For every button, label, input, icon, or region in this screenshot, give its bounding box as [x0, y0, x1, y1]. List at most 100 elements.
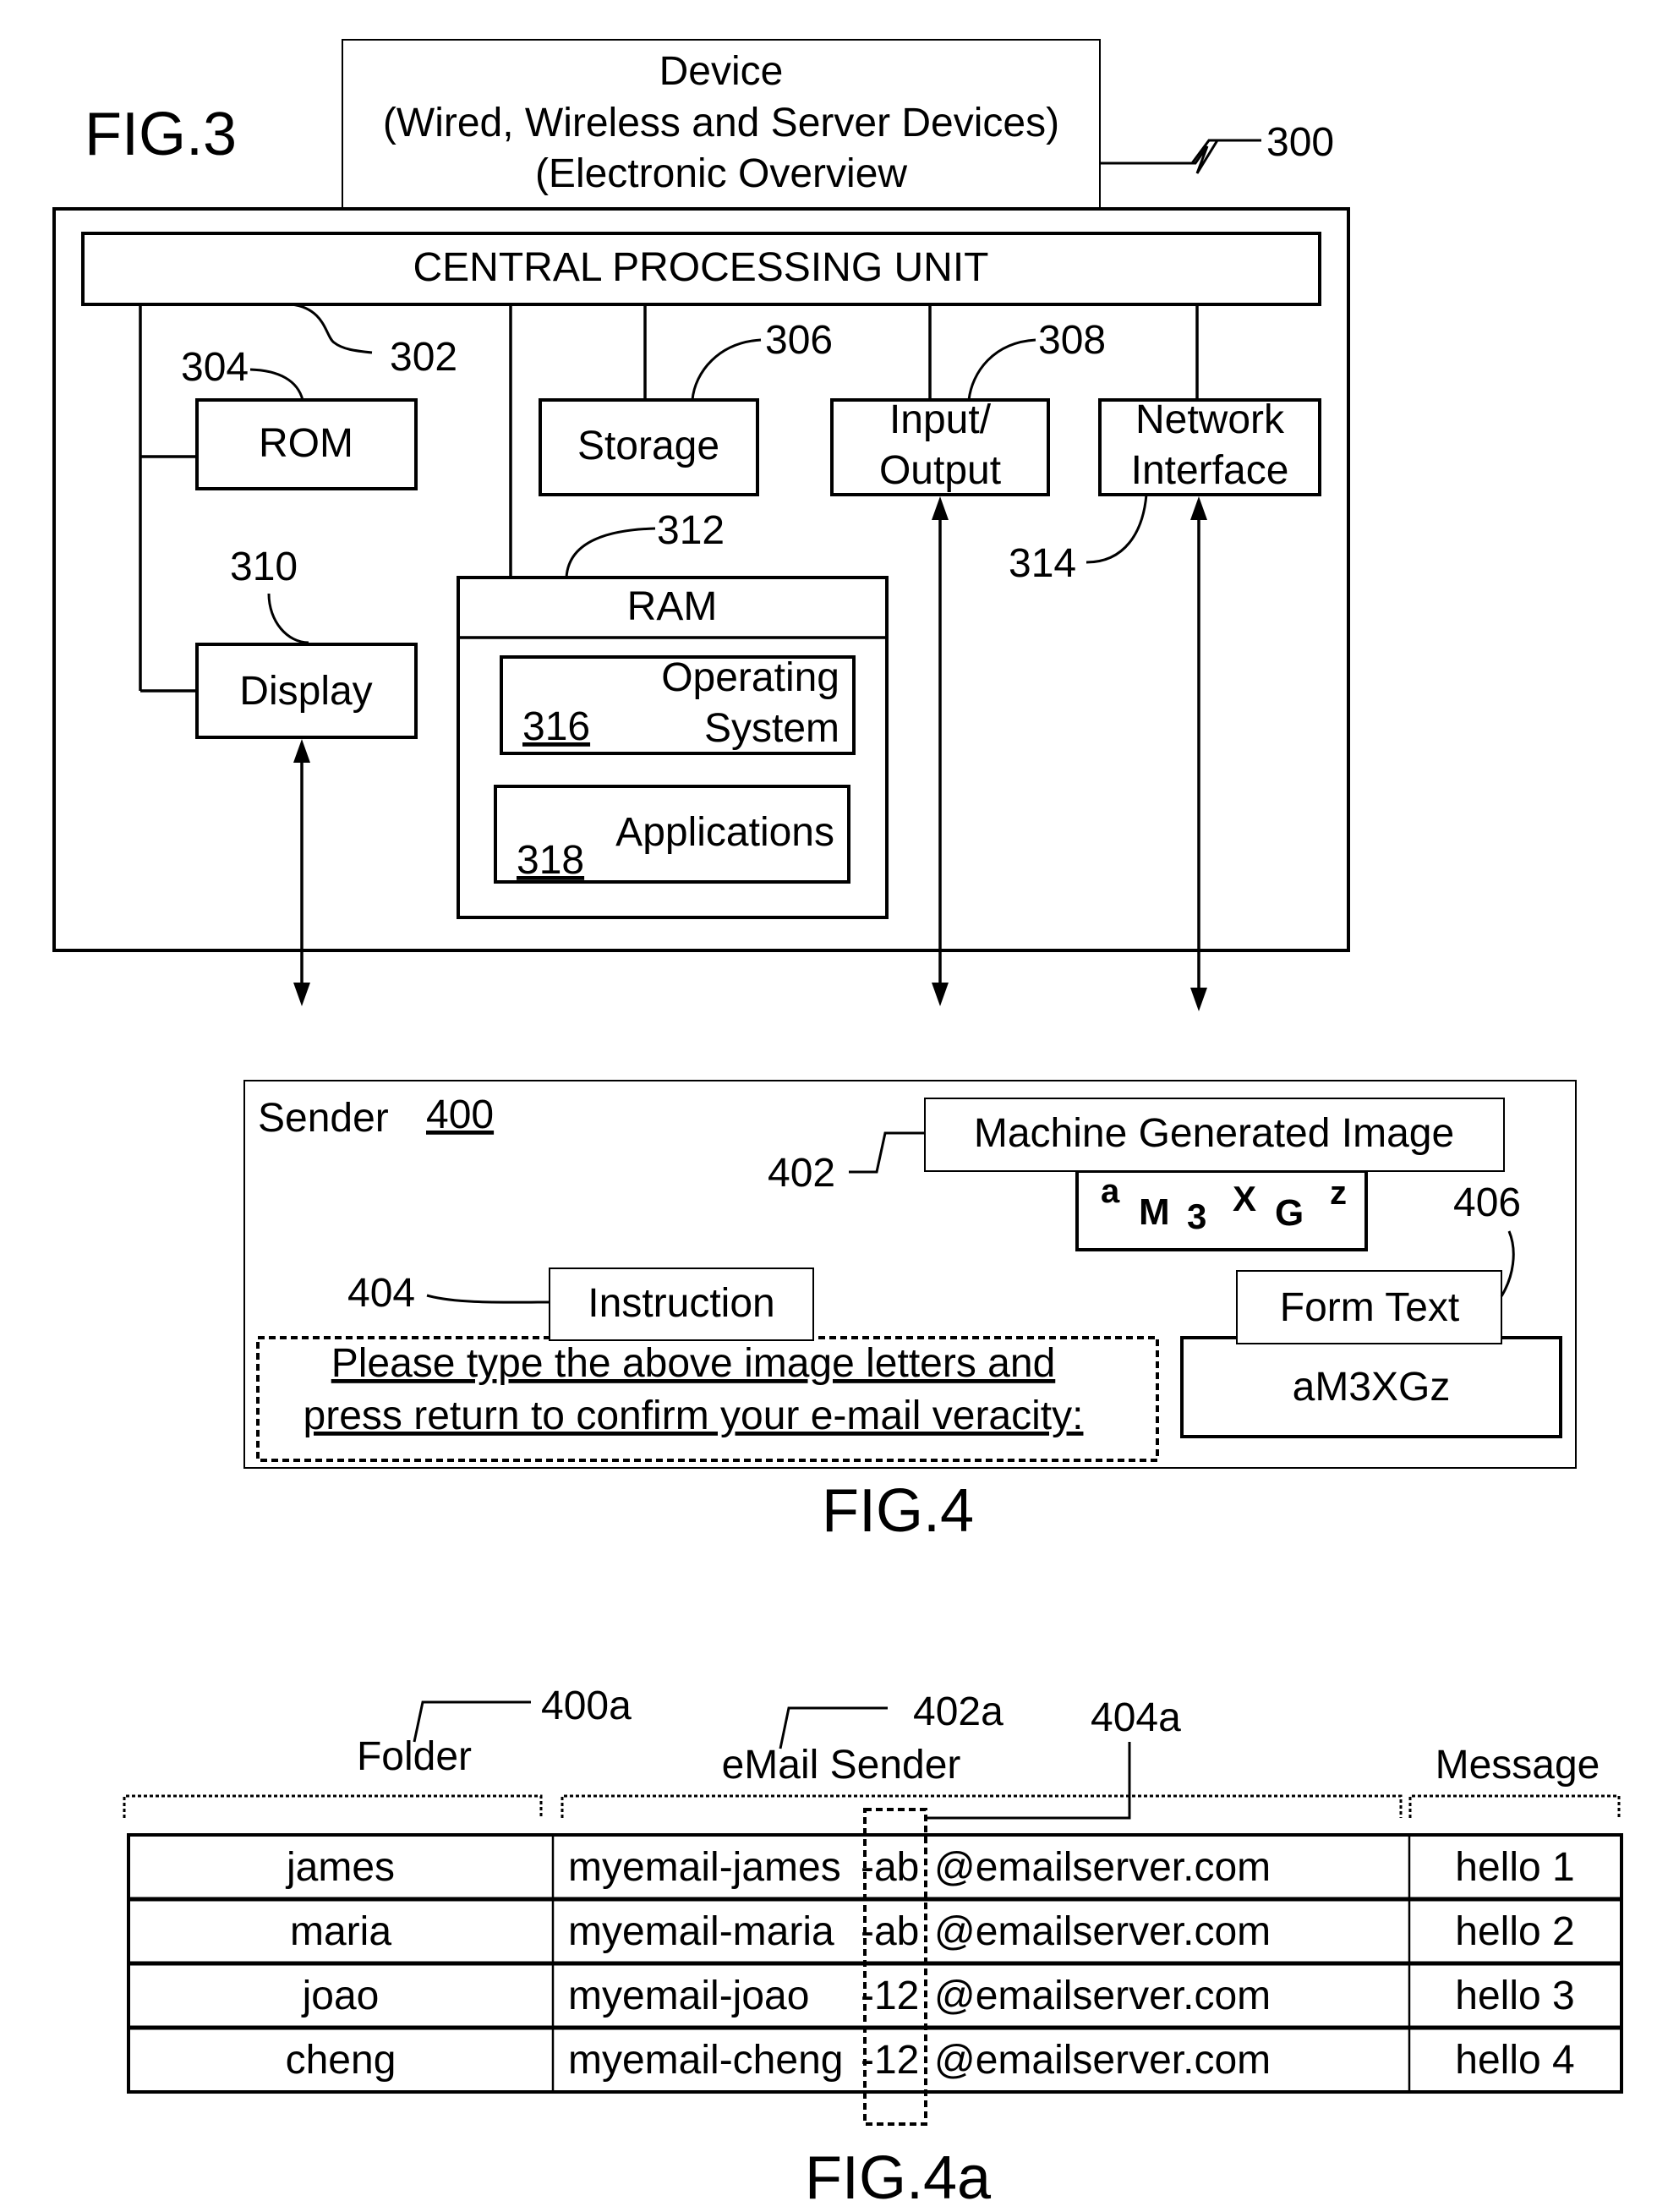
captcha-char: X	[1233, 1179, 1256, 1218]
sender-label: Sender	[258, 1096, 389, 1141]
ref-402a: 402a	[913, 1689, 1003, 1734]
cell-email-tag: -12	[861, 1974, 919, 2018]
cell-folder: cheng	[286, 2038, 396, 2083]
table-row[interactable]: cheng myemail-cheng -12 @emailserver.com…	[286, 2038, 1575, 2083]
arrow-head-up	[293, 739, 310, 763]
ref-312: 312	[657, 508, 725, 553]
device-box: Device (Wired, Wireless and Server Devic…	[342, 39, 1101, 210]
captcha-char: a	[1101, 1173, 1120, 1210]
instruction-line1: Please type the above image letters and	[331, 1341, 1056, 1386]
cell-email-prefix: myemail-cheng	[568, 2038, 843, 2083]
form-text-value: aM3XGz	[1293, 1365, 1451, 1410]
ref-400: 400	[426, 1092, 494, 1137]
ref-404a: 404a	[1091, 1695, 1181, 1740]
ref-314-leader	[1086, 494, 1148, 564]
applications-box: Applications 318	[494, 785, 850, 884]
network-arrow	[1190, 496, 1207, 1011]
operating-system-box: Operating System 316	[500, 655, 856, 755]
table-row[interactable]: james myemail-james -ab @emailserver.com…	[285, 1845, 1575, 1890]
ref-308-leader	[967, 338, 1036, 401]
display-box: Display	[195, 643, 418, 739]
display-label: Display	[239, 669, 372, 714]
ref-304-leader	[249, 368, 304, 401]
ref-318: 318	[517, 838, 584, 883]
cpu-box: CENTRAL PROCESSING UNIT	[81, 232, 1321, 306]
column-header-email-sender: eMail Sender	[722, 1743, 961, 1788]
display-io-arrow	[293, 739, 310, 1006]
cell-email-tag: -ab	[861, 1845, 919, 1890]
storage-box: Storage	[539, 398, 759, 496]
captcha-char: z	[1330, 1174, 1347, 1212]
ref-308: 308	[1038, 318, 1106, 363]
instruction-label: Instruction	[588, 1281, 774, 1326]
cell-message: hello 1	[1455, 1845, 1574, 1890]
ref-316: 316	[522, 704, 590, 749]
ref-302: 302	[390, 335, 457, 380]
ref-310: 310	[230, 545, 298, 589]
cell-email-tag: -ab	[861, 1909, 919, 1954]
io-arrow	[932, 496, 949, 1006]
device-box-line2: (Wired, Wireless and Server Devices)	[383, 101, 1059, 145]
cell-folder: james	[285, 1845, 395, 1890]
cell-email-domain: @emailserver.com	[934, 2038, 1271, 2083]
arrow-head-down	[1190, 988, 1207, 1011]
fig3-title: FIG.3	[85, 101, 237, 168]
cpu-label: CENTRAL PROCESSING UNIT	[413, 245, 989, 290]
io-box: Input/ Output	[830, 397, 1050, 496]
arrow-head-up	[1190, 496, 1207, 520]
cell-email-domain: @emailserver.com	[934, 1845, 1271, 1890]
cell-message: hello 2	[1455, 1909, 1574, 1954]
cell-folder: maria	[290, 1909, 391, 1954]
figure-4: Sender 400 a M 3 X G z Machine Generated…	[243, 1080, 1577, 1545]
cell-message: hello 3	[1455, 1974, 1574, 2018]
rom-label: ROM	[259, 421, 353, 466]
form-text-label: Form Text	[1280, 1285, 1459, 1330]
ref-300-leader	[1100, 139, 1261, 174]
os-label-line2: System	[704, 706, 839, 751]
cell-email-prefix: myemail-james	[568, 1845, 841, 1890]
ref-402: 402	[768, 1151, 835, 1196]
table-row[interactable]: joao myemail-joao -12 @emailserver.com h…	[301, 1974, 1575, 2018]
folder-bracket	[123, 1794, 543, 1818]
network-label-line2: Interface	[1131, 448, 1289, 493]
ref-310-leader	[267, 593, 309, 644]
ref-314: 314	[1009, 541, 1076, 586]
io-label-line1: Input/	[889, 397, 992, 442]
ref-400a: 400a	[541, 1684, 632, 1728]
network-interface-box: Network Interface	[1098, 397, 1321, 496]
ref-304: 304	[181, 345, 249, 390]
captcha-char: M	[1139, 1191, 1170, 1233]
table-row[interactable]: maria myemail-maria -ab @emailserver.com…	[290, 1909, 1575, 1954]
ref-302-leader	[291, 303, 373, 354]
ref-404: 404	[347, 1271, 415, 1316]
arrow-head-down	[293, 983, 310, 1006]
instruction-line2: press return to confirm your e-mail vera…	[304, 1393, 1084, 1438]
form-text-field[interactable]: aM3XGz	[1180, 1336, 1562, 1438]
cell-email-prefix: myemail-joao	[568, 1974, 809, 2018]
ref-300: 300	[1266, 120, 1334, 165]
ref-312-leader	[565, 527, 656, 578]
email-sender-bracket	[561, 1794, 1403, 1818]
cell-email-prefix: myemail-maria	[568, 1909, 834, 1954]
figure-3: FIG.3 Device (Wired, Wireless and Server…	[52, 39, 1350, 1011]
fig4a-title: FIG.4a	[805, 2144, 992, 2212]
ram-label: RAM	[627, 584, 718, 629]
figure-4a: Folder eMail Sender Message 400a 402a 40…	[123, 1684, 1623, 2212]
ref-300-zigzag	[1100, 139, 1260, 165]
patent-figures: FIG.3 Device (Wired, Wireless and Server…	[52, 39, 1623, 2212]
cell-folder: joao	[301, 1974, 380, 2018]
network-label-line1: Network	[1135, 397, 1285, 442]
ref-306-leader	[691, 338, 762, 401]
cell-email-domain: @emailserver.com	[934, 1909, 1271, 1954]
device-box-line3: (Electronic Overview	[535, 151, 907, 196]
apps-label: Applications	[615, 810, 834, 855]
device-box-line1: Device	[659, 49, 784, 94]
io-label-line2: Output	[879, 448, 1001, 493]
fig4-title: FIG.4	[822, 1477, 974, 1545]
captcha-char: G	[1275, 1192, 1304, 1234]
captcha-image-frame	[1075, 1169, 1368, 1251]
cell-email-domain: @emailserver.com	[934, 1974, 1271, 2018]
os-label-line1: Operating	[661, 655, 839, 700]
ref-406: 406	[1453, 1180, 1521, 1225]
storage-label: Storage	[577, 424, 719, 468]
